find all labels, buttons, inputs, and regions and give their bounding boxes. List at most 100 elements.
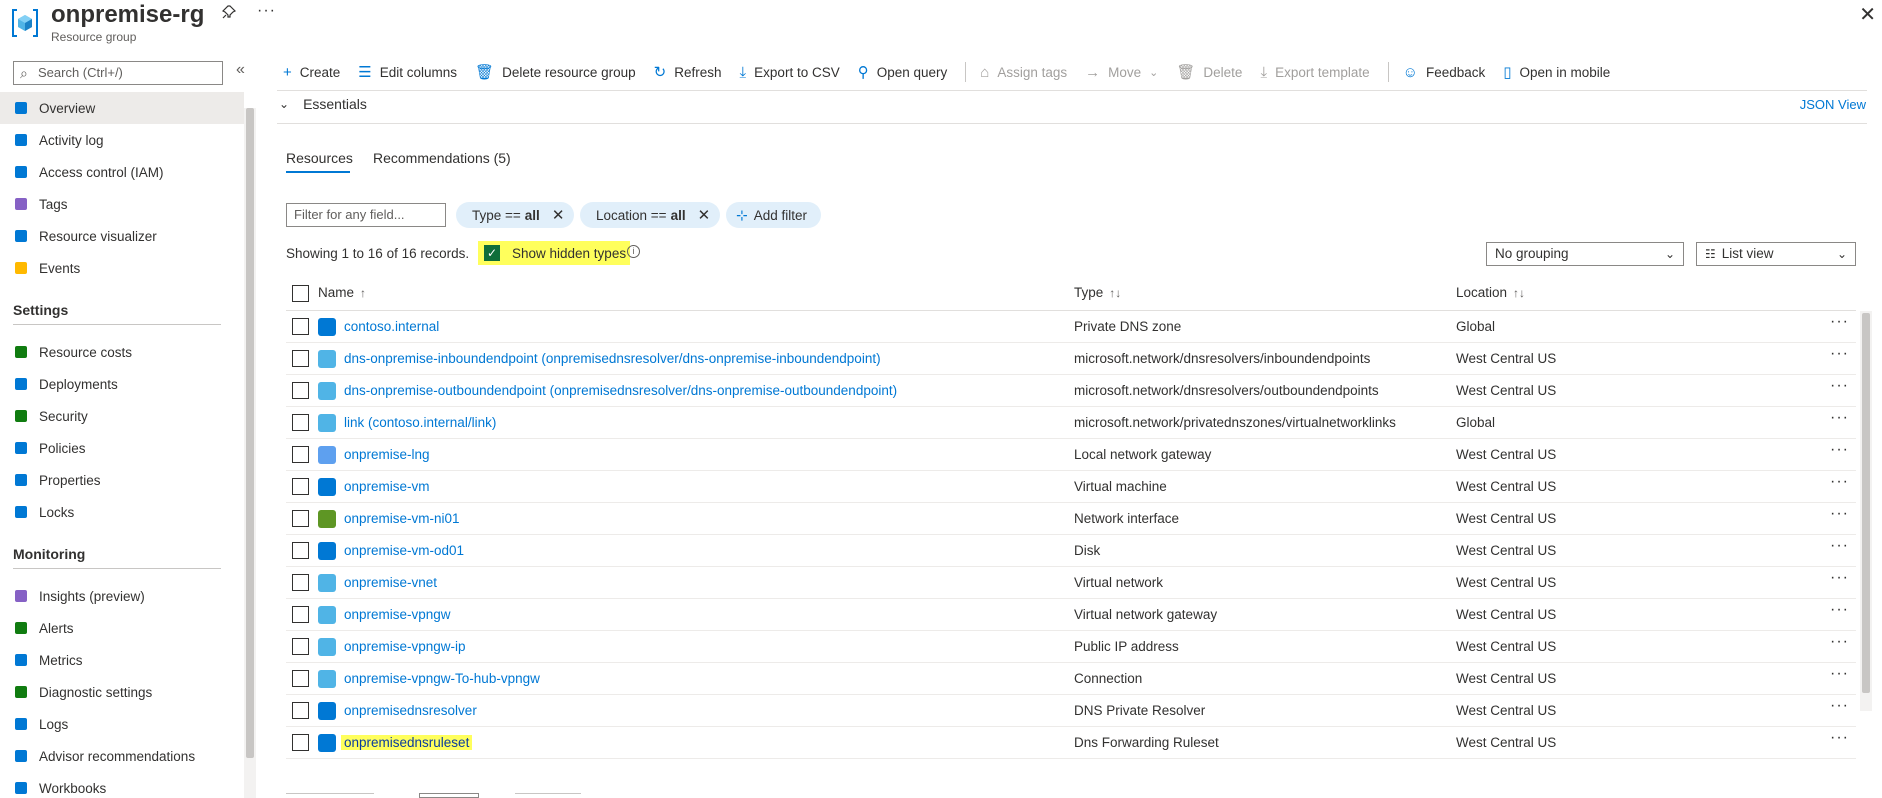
table-row[interactable]: onpremise-lng Local network gateway West C… xyxy=(286,439,1856,471)
table-row[interactable]: dns-onpremise-inboundendpoint (onpremise… xyxy=(286,343,1856,375)
sidebar-item-locks[interactable]: Locks xyxy=(0,496,244,528)
sidebar-item-logs[interactable]: Logs xyxy=(0,708,244,740)
row-more-actions-icon[interactable]: ··· xyxy=(1830,633,1849,651)
row-checkbox[interactable] xyxy=(292,318,309,335)
resource-name-link[interactable]: link (contoso.internal/link) xyxy=(344,415,496,430)
resource-name-link[interactable]: onpremise-vm-ni01 xyxy=(344,511,460,526)
page-input[interactable] xyxy=(419,793,479,798)
row-checkbox[interactable] xyxy=(292,702,309,719)
resource-name-link[interactable]: onpremise-vm-od01 xyxy=(344,543,464,558)
type-filter-pill[interactable]: Type == all ✕ xyxy=(456,202,575,228)
location-filter-pill[interactable]: Location == all ✕ xyxy=(580,202,721,228)
row-checkbox[interactable] xyxy=(292,574,309,591)
row-checkbox[interactable] xyxy=(292,414,309,431)
resource-name-link[interactable]: onpremise-vnet xyxy=(344,575,437,590)
resource-name-link[interactable]: dns-onpremise-inboundendpoint (onpremise… xyxy=(344,351,881,366)
sidebar-item-resource-costs[interactable]: Resource costs xyxy=(0,336,244,368)
resource-name-link[interactable]: onpremise-vpngw xyxy=(344,607,451,622)
column-type-header[interactable]: Type ↑↓ xyxy=(1074,285,1121,300)
export-template-button[interactable]: ⤓ Export template xyxy=(1260,64,1369,81)
delete-button[interactable]: 🗑 Delete xyxy=(1176,63,1242,81)
open-mobile-button[interactable]: ▯ Open in mobile xyxy=(1503,63,1610,81)
table-row[interactable]: dns-onpremise-outboundendpoint (onpremis… xyxy=(286,375,1856,407)
table-row[interactable]: onpremise-vpngw-ip Public IP address West … xyxy=(286,631,1856,663)
delete-resource-group-button[interactable]: 🗑 Delete resource group xyxy=(475,63,636,81)
essentials-toggle[interactable]: ⌄ Essentials xyxy=(279,96,367,112)
column-name-header[interactable]: Name ↑ xyxy=(318,285,366,300)
row-checkbox[interactable] xyxy=(292,478,309,495)
row-checkbox[interactable] xyxy=(292,382,309,399)
sidebar-item-insights-preview[interactable]: Insights (preview) xyxy=(0,580,244,612)
resource-name-link[interactable]: onpremise-lng xyxy=(344,447,430,462)
row-checkbox[interactable] xyxy=(292,606,309,623)
feedback-button[interactable]: ☺ Feedback xyxy=(1403,64,1486,81)
sidebar-item-resource-visualizer[interactable]: Resource visualizer xyxy=(0,220,244,252)
row-more-actions-icon[interactable]: ··· xyxy=(1830,537,1849,555)
table-row[interactable]: link (contoso.internal/link) microsoft.ne… xyxy=(286,407,1856,439)
sidebar-item-overview[interactable]: Overview xyxy=(0,92,244,124)
more-options-icon[interactable]: ··· xyxy=(257,2,276,20)
row-more-actions-icon[interactable]: ··· xyxy=(1830,569,1849,587)
table-row[interactable]: onpremise-vpngw-To-hub-vpngw Connection We… xyxy=(286,663,1856,695)
sidebar-item-metrics[interactable]: Metrics xyxy=(0,644,244,676)
resource-name-link[interactable]: onpremise-vpngw-To-hub-vpngw xyxy=(344,671,540,686)
next-page-button[interactable] xyxy=(515,793,581,798)
table-row[interactable]: contoso.internal Private DNS zone Global ··… xyxy=(286,311,1856,343)
close-icon[interactable]: ✕ xyxy=(1859,2,1876,27)
row-checkbox[interactable] xyxy=(292,734,309,751)
row-more-actions-icon[interactable]: ··· xyxy=(1830,441,1849,459)
sidebar-item-access-control-iam[interactable]: Access control (IAM) xyxy=(0,156,244,188)
open-query-button[interactable]: ⚲ Open query xyxy=(858,63,948,81)
collapse-sidebar-icon[interactable]: « xyxy=(236,61,245,79)
assign-tags-button[interactable]: ⌂ Assign tags xyxy=(980,64,1067,81)
view-dropdown[interactable]: ☷ List view ⌄ xyxy=(1696,242,1856,266)
remove-type-filter-icon[interactable]: ✕ xyxy=(552,206,565,224)
show-hidden-types-checkbox[interactable]: ✓ xyxy=(484,245,500,261)
sidebar-item-tags[interactable]: Tags xyxy=(0,188,244,220)
resource-name-link[interactable]: onpremisednsresolver xyxy=(344,703,477,718)
table-scrollbar[interactable] xyxy=(1860,311,1872,711)
table-row[interactable]: onpremise-vm-od01 Disk West Central US ··· xyxy=(286,535,1856,567)
table-row[interactable]: onpremise-vnet Virtual network West Centra… xyxy=(286,567,1856,599)
sidebar-item-events[interactable]: Events xyxy=(0,252,244,284)
sidebar-scrollbar[interactable] xyxy=(244,108,256,798)
row-checkbox[interactable] xyxy=(292,510,309,527)
row-more-actions-icon[interactable]: ··· xyxy=(1830,377,1849,395)
resource-name-link[interactable]: onpremise-vpngw-ip xyxy=(344,639,466,654)
remove-location-filter-icon[interactable]: ✕ xyxy=(698,206,711,224)
export-csv-button[interactable]: ⤓ Export to CSV xyxy=(740,64,840,81)
resource-name-link[interactable]: onpremise-vm xyxy=(344,479,430,494)
sidebar-item-properties[interactable]: Properties xyxy=(0,464,244,496)
create-button[interactable]: + Create xyxy=(283,64,340,81)
row-more-actions-icon[interactable]: ··· xyxy=(1830,665,1849,683)
sidebar-scrollbar-thumb[interactable] xyxy=(246,108,254,758)
tab-resources[interactable]: Resources xyxy=(286,150,353,166)
resource-name-link[interactable]: contoso.internal xyxy=(344,319,439,334)
previous-page-button[interactable] xyxy=(286,793,374,798)
sidebar-item-security[interactable]: Security xyxy=(0,400,244,432)
row-checkbox[interactable] xyxy=(292,670,309,687)
table-row[interactable]: onpremise-vpngw Virtual network gateway We… xyxy=(286,599,1856,631)
info-icon[interactable]: i xyxy=(627,245,640,258)
table-row[interactable]: onpremisednsruleset Dns Forwarding Rulese… xyxy=(286,727,1856,759)
filter-input[interactable]: Filter for any field... xyxy=(286,203,446,227)
row-more-actions-icon[interactable]: ··· xyxy=(1830,473,1849,491)
row-more-actions-icon[interactable]: ··· xyxy=(1830,601,1849,619)
table-scrollbar-thumb[interactable] xyxy=(1862,313,1870,693)
sidebar-item-diagnostic-settings[interactable]: Diagnostic settings xyxy=(0,676,244,708)
sidebar-item-deployments[interactable]: Deployments xyxy=(0,368,244,400)
sidebar-item-workbooks[interactable]: Workbooks xyxy=(0,772,244,798)
sidebar-item-alerts[interactable]: Alerts xyxy=(0,612,244,644)
row-checkbox[interactable] xyxy=(292,638,309,655)
json-view-link[interactable]: JSON View xyxy=(1800,97,1866,112)
show-hidden-types-toggle[interactable]: ✓ Show hidden types xyxy=(478,241,631,265)
row-checkbox[interactable] xyxy=(292,446,309,463)
sidebar-item-policies[interactable]: Policies xyxy=(0,432,244,464)
sidebar-item-advisor-recommendations[interactable]: Advisor recommendations xyxy=(0,740,244,772)
table-row[interactable]: onpremise-vm-ni01 Network interface West C… xyxy=(286,503,1856,535)
row-more-actions-icon[interactable]: ··· xyxy=(1830,697,1849,715)
row-checkbox[interactable] xyxy=(292,542,309,559)
resource-name-link[interactable]: onpremisednsruleset xyxy=(341,735,473,750)
add-filter-button[interactable]: ⊹ Add filter xyxy=(726,202,822,228)
column-location-header[interactable]: Location ↑↓ xyxy=(1456,285,1525,300)
